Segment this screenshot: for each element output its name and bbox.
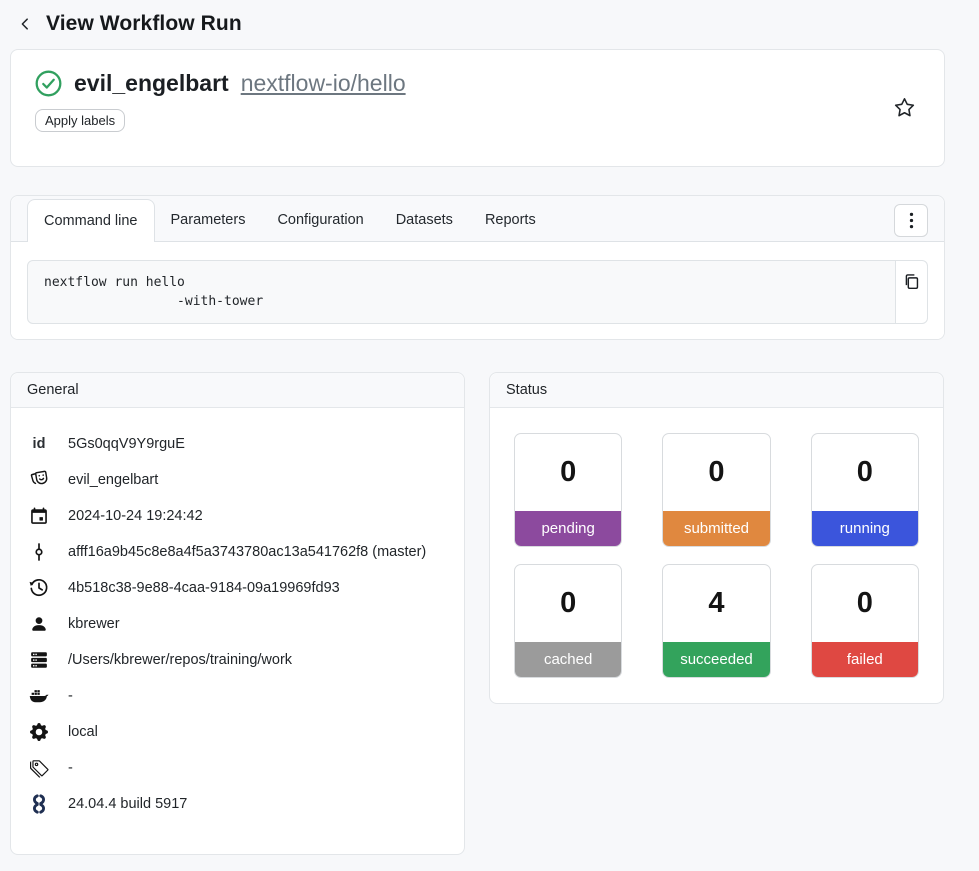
launch-user-value: kbrewer: [68, 616, 120, 632]
copy-icon: [903, 273, 920, 323]
page-title: View Workflow Run: [46, 12, 242, 36]
general-row-date: 2024-10-24 19:24:42: [27, 498, 448, 534]
general-row-nextflow-version: 24.04.4 build 5917: [27, 786, 448, 822]
general-row-session: 4b518c38-9e88-4caa-9184-09a19969fd93: [27, 570, 448, 606]
general-row-id: id 5Gs0qqV9Y9rguE: [27, 426, 448, 462]
submitted-count: 0: [663, 434, 769, 511]
tab-configuration[interactable]: Configuration: [261, 199, 379, 241]
run-id-value: 5Gs0qqV9Y9rguE: [68, 436, 185, 452]
tab-reports[interactable]: Reports: [469, 199, 552, 241]
general-row-container: -: [27, 678, 448, 714]
nextflow-logo-icon: [27, 794, 51, 814]
general-card: General id 5Gs0qqV9Y9rguE: [10, 372, 465, 855]
cached-label: cached: [515, 642, 621, 677]
pending-count: 0: [515, 434, 621, 511]
id-text-label: id: [27, 436, 51, 452]
failed-label: failed: [812, 642, 918, 677]
running-count: 0: [812, 434, 918, 511]
running-label: running: [812, 511, 918, 546]
run-details-card: Command line Parameters Configuration Da…: [10, 195, 945, 340]
general-card-title: General: [11, 373, 464, 408]
tab-parameters[interactable]: Parameters: [155, 199, 262, 241]
chevron-left-icon: [18, 16, 32, 32]
tags-icon: [27, 759, 51, 778]
general-row-labels: -: [27, 750, 448, 786]
succeeded-count: 4: [663, 565, 769, 642]
options-menu-button[interactable]: [894, 204, 928, 237]
status-box-succeeded: 4 succeeded: [662, 564, 770, 678]
masks-icon: [27, 470, 51, 490]
status-card: Status 0 pending 0 submitted 0 running 0…: [489, 372, 944, 704]
kebab-vertical-icon: [909, 212, 914, 229]
back-button[interactable]: [16, 14, 34, 34]
container-value: -: [68, 688, 73, 704]
nextflow-version-value: 24.04.4 build 5917: [68, 796, 187, 812]
user-icon: [27, 615, 51, 633]
git-commit-icon: [27, 543, 51, 561]
general-row-executor: local: [27, 714, 448, 750]
executor-value: local: [68, 724, 98, 740]
docker-icon: [27, 686, 51, 706]
tab-bar: Command line Parameters Configuration Da…: [11, 196, 944, 242]
server-icon: [27, 651, 51, 669]
run-date-value: 2024-10-24 19:24:42: [68, 508, 203, 524]
status-box-submitted: 0 submitted: [662, 433, 770, 547]
commit-hash-value: afff16a9b45c8e8a4f5a3743780ac13a541762f8…: [68, 544, 426, 560]
general-row-run-name: evil_engelbart: [27, 462, 448, 498]
general-row-commit: afff16a9b45c8e8a4f5a3743780ac13a541762f8…: [27, 534, 448, 570]
tab-datasets[interactable]: Datasets: [380, 199, 469, 241]
status-grid: 0 pending 0 submitted 0 running 0 cached…: [490, 408, 943, 703]
tab-command-line[interactable]: Command line: [27, 199, 155, 242]
run-header-card: evil_engelbart nextflow-io/hello Apply l…: [10, 49, 945, 167]
command-line-panel: nextflow run hello -with-tower: [11, 242, 944, 339]
page-header: View Workflow Run: [10, 10, 945, 46]
general-row-user: kbrewer: [27, 606, 448, 642]
calendar-icon: [27, 507, 51, 525]
cached-count: 0: [515, 565, 621, 642]
star-icon: [893, 97, 916, 120]
gear-icon: [27, 723, 51, 741]
command-line-code: nextflow run hello -with-tower: [27, 260, 896, 324]
failed-count: 0: [812, 565, 918, 642]
general-row-workdir: /Users/kbrewer/repos/training/work: [27, 642, 448, 678]
status-box-running: 0 running: [811, 433, 919, 547]
star-button[interactable]: [893, 97, 916, 120]
pending-label: pending: [515, 511, 621, 546]
workdir-value: /Users/kbrewer/repos/training/work: [68, 652, 292, 668]
session-id-value: 4b518c38-9e88-4caa-9184-09a19969fd93: [68, 580, 340, 596]
workflow-run-page: View Workflow Run evil_engelbart nextflo…: [0, 0, 945, 871]
run-name-value: evil_engelbart: [68, 472, 158, 488]
status-box-pending: 0 pending: [514, 433, 622, 547]
repository-link[interactable]: nextflow-io/hello: [241, 70, 406, 97]
labels-value: -: [68, 760, 73, 776]
check-circle-icon: [35, 70, 62, 97]
status-box-failed: 0 failed: [811, 564, 919, 678]
history-icon: [27, 578, 51, 598]
apply-labels-button[interactable]: Apply labels: [35, 109, 125, 132]
copy-button[interactable]: [896, 260, 928, 324]
status-box-cached: 0 cached: [514, 564, 622, 678]
status-card-title: Status: [490, 373, 943, 408]
run-name: evil_engelbart: [74, 70, 229, 97]
submitted-label: submitted: [663, 511, 769, 546]
succeeded-label: succeeded: [663, 642, 769, 677]
